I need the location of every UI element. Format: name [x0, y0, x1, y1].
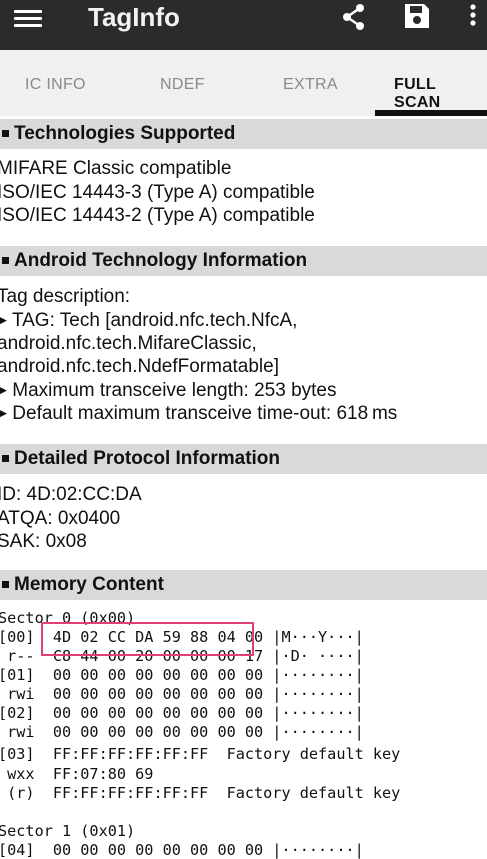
- active-tab-indicator: [375, 110, 487, 116]
- memory-line: wxx FF:07:80 69: [0, 765, 154, 783]
- tab-ic-info[interactable]: IC INFO: [25, 76, 86, 94]
- max-transceive-line: ▶ Maximum transceive length: 253 bytes: [0, 380, 337, 402]
- tech-line: ISO/IEC 14443-2 (Type A) compatible: [0, 205, 315, 226]
- memory-line: [01] 00 00 00 00 00 00 00 00 |········|: [0, 666, 364, 684]
- tab-extra[interactable]: EXTRA: [283, 76, 338, 94]
- protocol-sak: SAK: 0x08: [0, 531, 87, 552]
- tech-line: MIFARE Classic compatible: [0, 158, 232, 179]
- app-title: TagInfo: [88, 2, 180, 32]
- timeout-line: ▶ Default maximum transceive time-out: 6…: [0, 403, 397, 425]
- protocol-id: ID: 4D:02:CC:DA: [0, 484, 142, 505]
- section-header-android: Android Technology Information: [0, 246, 487, 276]
- tab-bar: IC INFO NDEF EXTRA FULL SCAN: [0, 50, 487, 116]
- section-header-technologies: Technologies Supported: [0, 119, 487, 149]
- bullet-square-icon: [2, 257, 9, 264]
- tag-tech-line: android.nfc.tech.NdefFormatable]: [0, 356, 279, 377]
- memory-line: [04] 00 00 00 00 00 00 00 00 |········|: [0, 841, 364, 859]
- more-vert-icon[interactable]: [466, 2, 480, 30]
- tag-tech-line: ▶ TAG: Tech [android.nfc.tech.NfcA,: [0, 310, 297, 332]
- memory-line: [03] FF:FF:FF:FF:FF:FF Factory default k…: [0, 745, 401, 763]
- timeout-text: Default maximum transceive time-out: 618…: [12, 403, 398, 424]
- tag-tech-text: TAG: Tech [android.nfc.tech.NfcA,: [11, 310, 298, 331]
- save-icon[interactable]: [403, 2, 431, 30]
- share-icon[interactable]: [340, 2, 368, 32]
- max-transceive-text: Maximum transceive length: 253 bytes: [12, 380, 337, 401]
- section-title: Technologies Supported: [14, 123, 236, 144]
- tag-tech-line: android.nfc.tech.MifareClassic,: [0, 333, 257, 354]
- section-header-memory: Memory Content: [0, 570, 487, 600]
- memory-line: (r) FF:FF:FF:FF:FF:FF Factory default ke…: [0, 784, 401, 802]
- memory-line: [02] 00 00 00 00 00 00 00 00 |········|: [0, 704, 364, 722]
- app-bar: TagInfo: [0, 0, 487, 50]
- tag-description-label: Tag description:: [0, 286, 131, 307]
- tab-full-scan[interactable]: FULL SCAN: [394, 76, 487, 112]
- tab-ndef[interactable]: NDEF: [160, 76, 205, 94]
- bullet-square-icon: [2, 455, 9, 462]
- protocol-atqa: ATQA: 0x0400: [0, 508, 121, 529]
- arrow-bullet-icon: ▶: [0, 405, 7, 420]
- memory-line: Sector 1 (0x01): [0, 822, 136, 840]
- menu-icon[interactable]: [14, 6, 42, 30]
- arrow-bullet-icon: ▶: [0, 382, 7, 397]
- bullet-square-icon: [2, 130, 9, 137]
- arrow-bullet-icon: ▶: [0, 312, 7, 327]
- section-title: Android Technology Information: [14, 250, 308, 271]
- section-title: Memory Content: [14, 574, 164, 595]
- section-title: Detailed Protocol Information: [14, 448, 281, 469]
- bullet-square-icon: [2, 581, 9, 588]
- section-header-protocol: Detailed Protocol Information: [0, 444, 487, 474]
- uid-highlight-box: [41, 622, 254, 656]
- memory-line: rwi 00 00 00 00 00 00 00 00 |········|: [0, 723, 364, 741]
- tech-line: ISO/IEC 14443-3 (Type A) compatible: [0, 182, 315, 203]
- memory-line: rwi 00 00 00 00 00 00 00 00 |········|: [0, 685, 364, 703]
